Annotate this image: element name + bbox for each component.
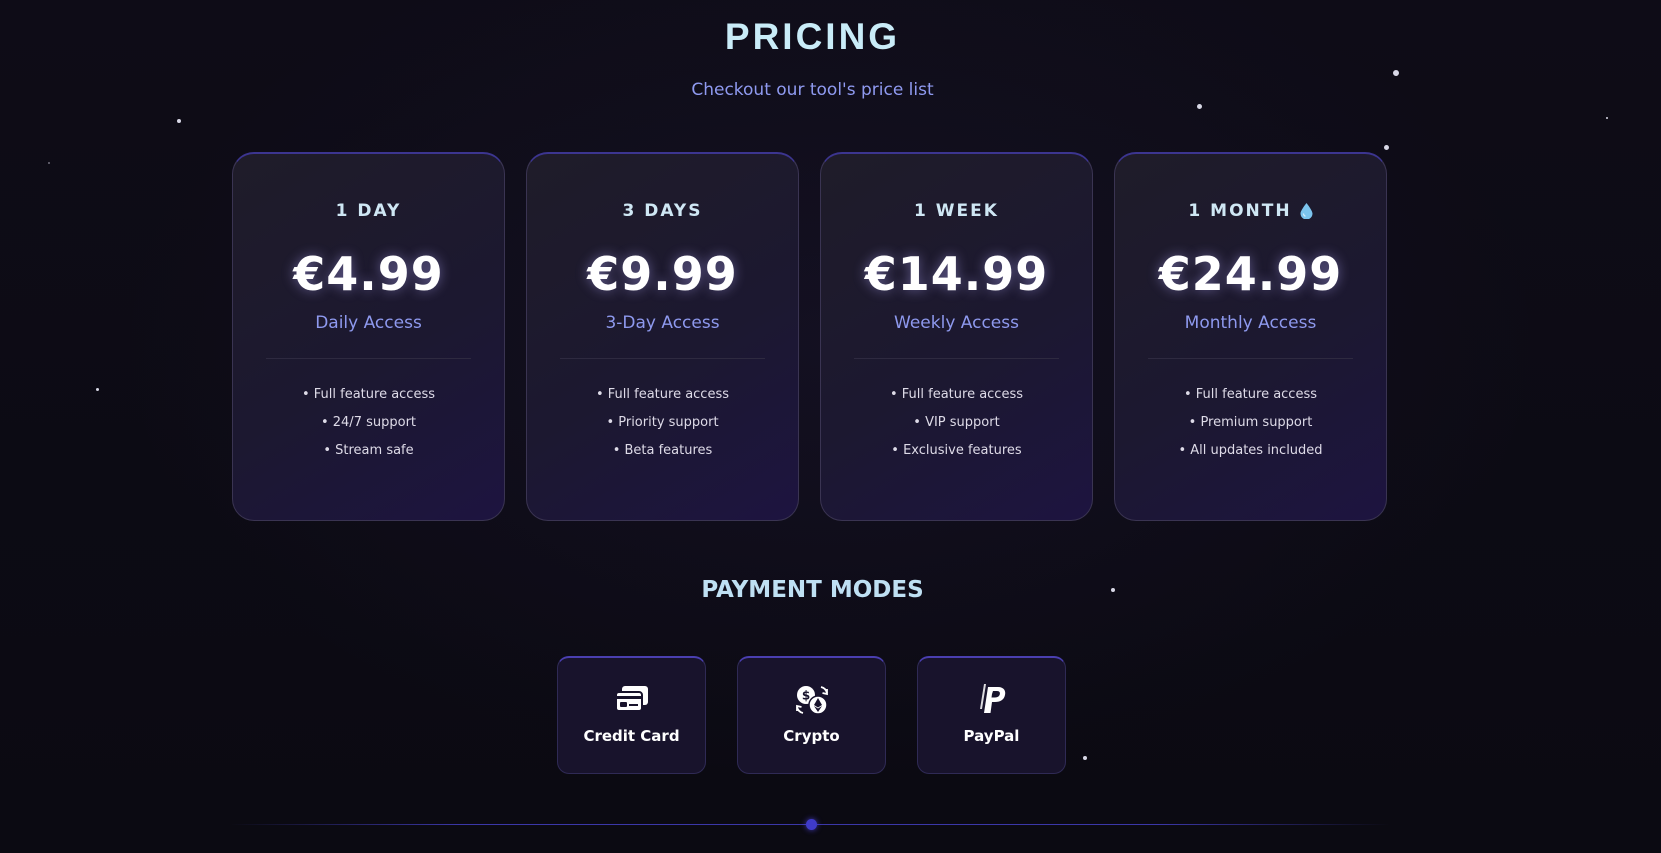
page-title: PRICING: [724, 16, 901, 57]
star-decoration: [96, 388, 99, 391]
plan-card-1-month[interactable]: 1 MONTH €24.99 Monthly Access • Full fea…: [1114, 152, 1387, 521]
star-decoration: [1197, 104, 1202, 109]
droplet-icon: [1300, 203, 1313, 219]
plan-features: • Full feature access • Priority support…: [527, 381, 798, 465]
divider: [854, 358, 1059, 359]
payment-label: Credit Card: [583, 727, 680, 745]
plan-feature: • Premium support: [1188, 415, 1313, 430]
plan-feature: • 24/7 support: [320, 415, 417, 430]
plan-feature: • Beta features: [612, 443, 713, 458]
plan-name: 1 WEEK: [821, 201, 1092, 221]
star-decoration: [1083, 756, 1087, 760]
plan-name-label: 3 DAYS: [622, 201, 703, 221]
divider: [1148, 358, 1353, 359]
plan-card-1-day[interactable]: 1 DAY €4.99 Daily Access • Full feature …: [232, 152, 505, 521]
credit-card-icon: [614, 686, 648, 712]
pricing-page: PRICING Checkout our tool's price list 1…: [0, 0, 1661, 853]
plan-name: 3 DAYS: [527, 201, 798, 221]
payment-credit-card-button[interactable]: Credit Card: [557, 656, 706, 774]
plan-name-label: 1 MONTH: [1188, 201, 1292, 221]
payment-label: Crypto: [783, 727, 840, 745]
star-decoration: [1606, 117, 1608, 119]
plan-feature: • Priority support: [606, 415, 719, 430]
plan-feature: • VIP support: [913, 415, 1000, 430]
svg-text:$: $: [801, 689, 809, 703]
plan-name-label: 1 WEEK: [914, 201, 999, 221]
plan-feature: • Exclusive features: [891, 443, 1022, 458]
plan-features: • Full feature access • Premium support …: [1115, 381, 1386, 465]
plan-feature: • All updates included: [1178, 443, 1323, 458]
star-decoration: [177, 119, 181, 123]
star-decoration: [1393, 70, 1399, 76]
plan-price: €9.99: [587, 247, 738, 301]
plan-description: Daily Access: [315, 313, 422, 333]
paypal-icon: [979, 684, 1005, 713]
payment-crypto-button[interactable]: $ Crypto: [737, 656, 886, 774]
plan-description: Monthly Access: [1184, 313, 1317, 333]
footer-divider-dot: [806, 819, 817, 830]
plan-name-label: 1 DAY: [335, 201, 402, 221]
plan-feature: • Full feature access: [301, 387, 436, 402]
payment-methods: Credit Card $ Crypto PayPal: [557, 656, 1066, 774]
divider: [560, 358, 765, 359]
plan-price: €14.99: [864, 247, 1049, 301]
plan-name: 1 DAY: [233, 201, 504, 221]
plan-features: • Full feature access • 24/7 support • S…: [233, 381, 504, 465]
plan-description: Weekly Access: [894, 313, 1019, 333]
star-decoration: [48, 162, 50, 164]
plan-card-1-week[interactable]: 1 WEEK €14.99 Weekly Access • Full featu…: [820, 152, 1093, 521]
payment-modes-title: PAYMENT MODES: [701, 577, 924, 603]
divider: [266, 358, 471, 359]
plan-price: €4.99: [293, 247, 444, 301]
star-decoration: [1384, 145, 1389, 150]
pricing-cards: 1 DAY €4.99 Daily Access • Full feature …: [232, 152, 1387, 521]
plan-feature: • Full feature access: [889, 387, 1024, 402]
payment-paypal-button[interactable]: PayPal: [917, 656, 1066, 774]
plan-price: €24.99: [1158, 247, 1343, 301]
plan-feature: • Full feature access: [1183, 387, 1318, 402]
plan-name: 1 MONTH: [1115, 201, 1386, 221]
plan-feature: • Stream safe: [323, 443, 414, 458]
plan-description: 3-Day Access: [605, 313, 720, 333]
plan-features: • Full feature access • VIP support • Ex…: [821, 381, 1092, 465]
plan-feature: • Full feature access: [595, 387, 730, 402]
page-subtitle: Checkout our tool's price list: [691, 80, 934, 100]
crypto-exchange-icon: $: [795, 686, 828, 715]
plan-card-3-days[interactable]: 3 DAYS €9.99 3-Day Access • Full feature…: [526, 152, 799, 521]
payment-label: PayPal: [963, 727, 1020, 745]
